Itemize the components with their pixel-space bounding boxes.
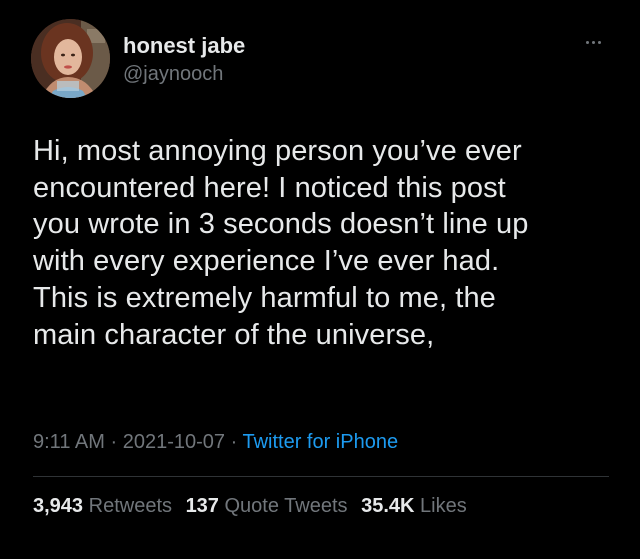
- likes-stat[interactable]: 35.4K Likes: [361, 495, 467, 517]
- retweets-label: Retweets: [88, 495, 172, 517]
- tweet-text-line: with every experience I’ve ever had.: [33, 245, 500, 278]
- user-handle[interactable]: @jaynooch: [123, 62, 245, 86]
- quote-tweets-count: 137: [185, 495, 219, 517]
- tweet-stats: 3,943 Retweets 137 Quote Tweets 35.4K Li…: [33, 494, 475, 518]
- profile-photo-icon: [31, 19, 110, 98]
- display-name[interactable]: honest jabe: [123, 33, 245, 59]
- tweet-card: honest jabe @jaynooch Hi, most annoying …: [0, 0, 640, 559]
- retweets-stat[interactable]: 3,943 Retweets: [33, 495, 172, 517]
- divider: [33, 476, 609, 477]
- quote-tweets-label: Quote Tweets: [224, 495, 348, 517]
- likes-label: Likes: [420, 495, 467, 517]
- meta-separator: ·: [110, 431, 118, 453]
- ellipsis-icon-dot: [592, 41, 595, 44]
- tweet-meta: 9:11 AM · 2021-10-07 · Twitter for iPhon…: [33, 430, 398, 454]
- meta-separator: ·: [230, 431, 238, 453]
- likes-count: 35.4K: [361, 495, 415, 517]
- user-info: honest jabe @jaynooch: [123, 33, 245, 86]
- more-options-button[interactable]: [580, 35, 610, 51]
- tweet-date[interactable]: 2021-10-07: [123, 431, 225, 453]
- tweet-source-link[interactable]: Twitter for iPhone: [242, 431, 398, 453]
- tweet-text-line: encountered here! I noticed this post: [33, 171, 506, 204]
- tweet-text-line: main character of the universe,: [33, 318, 435, 351]
- quote-tweets-stat[interactable]: 137 Quote Tweets: [186, 495, 348, 517]
- ellipsis-icon-dot: [598, 41, 601, 44]
- tweet-text: Hi, most annoying person you’ve ever enc…: [33, 133, 618, 353]
- tweet-text-line: you wrote in 3 seconds doesn’t line up: [33, 208, 529, 241]
- retweets-count: 3,943: [33, 495, 84, 517]
- tweet-text-line: This is extremely harmful to me, the: [33, 281, 496, 314]
- tweet-text-line: Hi, most annoying person you’ve ever: [33, 135, 522, 167]
- avatar[interactable]: [31, 19, 110, 98]
- ellipsis-icon-dot: [586, 41, 589, 44]
- tweet-time[interactable]: 9:11 AM: [33, 431, 105, 453]
